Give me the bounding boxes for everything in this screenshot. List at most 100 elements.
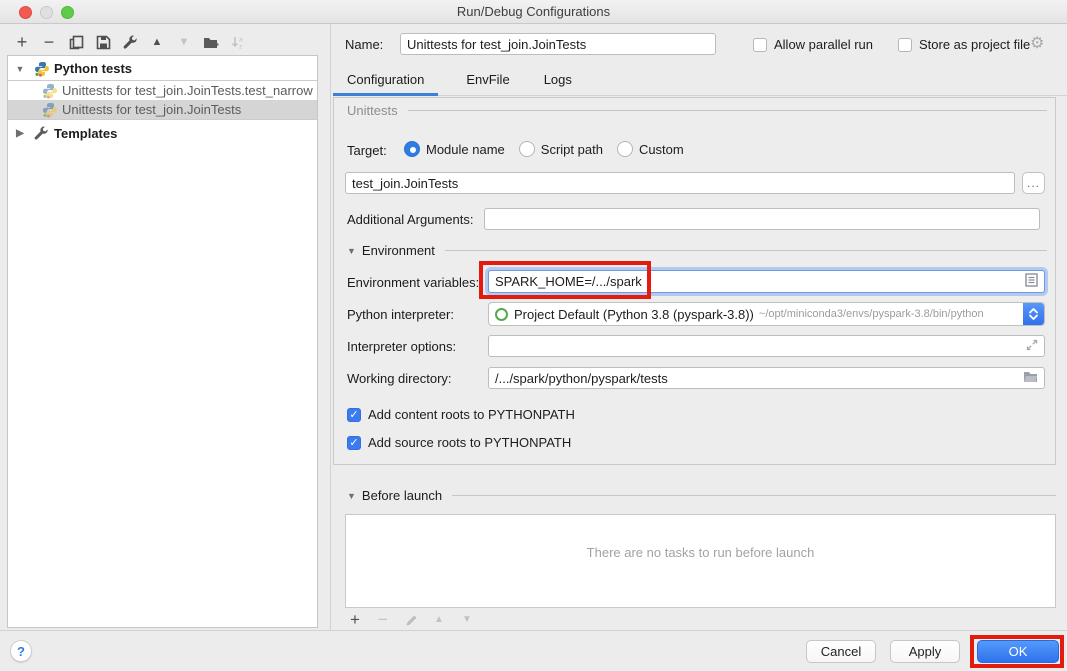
working-directory-value: /.../spark/python/pyspark/tests: [495, 371, 1019, 386]
python-test-icon: [42, 83, 58, 99]
radio-label: Custom: [639, 142, 684, 157]
tab-configuration[interactable]: Configuration: [333, 66, 438, 95]
working-directory-input[interactable]: /.../spark/python/pyspark/tests: [488, 367, 1045, 389]
additional-arguments-input[interactable]: [484, 208, 1040, 230]
python-interpreter-path: ~/opt/miniconda3/envs/pyspark-3.8/bin/py…: [759, 308, 1044, 320]
tree-children-group: Unittests for test_join.JoinTests.test_n…: [8, 80, 317, 120]
target-input[interactable]: test_join.JoinTests: [345, 172, 1015, 194]
move-task-up-button[interactable]: ▲: [431, 612, 447, 628]
allow-parallel-run-checkbox[interactable]: Allow parallel run: [753, 37, 873, 52]
save-configuration-icon[interactable]: [95, 34, 111, 50]
move-up-button[interactable]: ▲: [149, 34, 165, 50]
name-input[interactable]: Unittests for test_join.JoinTests: [400, 33, 716, 55]
tree-item-label: Python tests: [54, 61, 132, 76]
chevron-right-icon[interactable]: ▶: [14, 128, 26, 139]
radio-unselected-icon[interactable]: [519, 141, 535, 157]
section-rule: [445, 250, 1047, 251]
title-bar: Run/Debug Configurations: [0, 0, 1067, 24]
run-debug-configurations-dialog: Run/Debug Configurations + − ▲ ▼ az ▼ Py: [0, 0, 1067, 671]
tree-item-templates[interactable]: ▶ Templates: [8, 124, 317, 143]
apply-button[interactable]: Apply: [890, 640, 960, 663]
section-rule: [452, 495, 1056, 496]
environment-variables-label: Environment variables:: [347, 275, 479, 290]
checkbox-checked[interactable]: ✓: [347, 436, 361, 450]
tree-item-unittest-jointests[interactable]: Unittests for test_join.JoinTests: [8, 100, 317, 119]
before-launch-empty-text: There are no tasks to run before launch: [346, 545, 1055, 560]
interpreter-options-input[interactable]: [488, 335, 1045, 357]
store-as-project-file-label: Store as project file: [919, 37, 1030, 52]
tab-bar: Configuration EnvFile Logs: [333, 66, 1067, 96]
edit-templates-wrench-icon[interactable]: [122, 34, 138, 50]
sort-alphabetically-icon[interactable]: az: [230, 34, 246, 50]
gear-icon[interactable]: ⚙: [1030, 33, 1044, 53]
radio-module-name[interactable]: Module name: [404, 141, 505, 157]
help-button[interactable]: ?: [10, 640, 32, 662]
store-as-project-file-checkbox[interactable]: Store as project file: [898, 37, 1030, 52]
remove-task-button[interactable]: −: [375, 612, 391, 628]
radio-custom[interactable]: Custom: [617, 141, 684, 157]
add-content-roots-checkbox[interactable]: ✓ Add content roots to PYTHONPATH: [347, 407, 575, 422]
working-directory-label: Working directory:: [347, 371, 452, 386]
tree-item-label: Templates: [54, 126, 117, 141]
environment-section-header[interactable]: ▼ Environment: [347, 243, 1047, 258]
tree-item-label: Unittests for test_join.JoinTests.test_n…: [62, 83, 313, 98]
radio-label: Script path: [541, 142, 603, 157]
section-rule: [408, 110, 1047, 111]
checkbox-unchecked[interactable]: [753, 38, 767, 52]
wrench-icon: [34, 126, 50, 142]
configurations-tree: ▼ Python tests Unittests for test_join.J…: [7, 55, 318, 628]
add-content-roots-label: Add content roots to PYTHONPATH: [368, 407, 575, 422]
allow-parallel-run-label: Allow parallel run: [774, 37, 873, 52]
ok-button[interactable]: OK: [977, 640, 1059, 663]
add-task-button[interactable]: +: [347, 612, 363, 628]
move-task-down-button[interactable]: ▼: [459, 612, 475, 628]
environment-section-title: Environment: [362, 243, 435, 258]
add-configuration-button[interactable]: +: [14, 34, 30, 50]
window-title: Run/Debug Configurations: [0, 4, 1067, 19]
checkbox-checked[interactable]: ✓: [347, 408, 361, 422]
new-folder-icon[interactable]: [203, 34, 219, 50]
radio-label: Module name: [426, 142, 505, 157]
environment-variables-value: SPARK_HOME=/.../spark: [495, 274, 1021, 289]
radio-script-path[interactable]: Script path: [519, 141, 603, 157]
checkbox-unchecked[interactable]: [898, 38, 912, 52]
tree-item-unittest-narrow[interactable]: Unittests for test_join.JoinTests.test_n…: [8, 81, 317, 100]
tab-logs[interactable]: Logs: [530, 66, 586, 95]
move-down-button[interactable]: ▼: [176, 34, 192, 50]
add-source-roots-label: Add source roots to PYTHONPATH: [368, 435, 571, 450]
python-test-icon: [42, 102, 58, 118]
unittests-section-title: Unittests: [347, 103, 398, 118]
additional-arguments-label: Additional Arguments:: [347, 212, 473, 227]
radio-unselected-icon[interactable]: [617, 141, 633, 157]
target-label: Target:: [347, 143, 387, 158]
radio-selected-icon[interactable]: [404, 141, 420, 157]
chevron-down-icon[interactable]: ▼: [347, 491, 356, 501]
before-launch-task-list[interactable]: There are no tasks to run before launch: [345, 514, 1056, 608]
cancel-button[interactable]: Cancel: [806, 640, 876, 663]
unittests-section-header: Unittests: [347, 103, 1047, 118]
remove-configuration-button[interactable]: −: [41, 34, 57, 50]
name-label: Name:: [345, 37, 383, 52]
before-launch-toolbar: + − ▲ ▼: [347, 612, 475, 628]
edit-task-pencil-icon[interactable]: [403, 612, 419, 628]
svg-text:z: z: [239, 43, 242, 50]
copy-configuration-icon[interactable]: [68, 34, 84, 50]
python-interpreter-label: Python interpreter:: [347, 307, 454, 322]
browse-target-button[interactable]: ...: [1022, 172, 1045, 194]
tab-envfile[interactable]: EnvFile: [452, 66, 523, 95]
dropdown-stepper-icon[interactable]: [1023, 303, 1044, 325]
expand-field-icon[interactable]: [1026, 339, 1038, 354]
folder-icon[interactable]: [1023, 371, 1038, 386]
environment-variables-input[interactable]: SPARK_HOME=/.../spark: [488, 270, 1045, 293]
svg-text:a: a: [239, 36, 243, 43]
panel-divider: [330, 24, 331, 630]
python-interpreter-select[interactable]: Project Default (Python 3.8 (pyspark-3.8…: [488, 302, 1045, 326]
before-launch-section-header[interactable]: ▼ Before launch: [347, 488, 1056, 503]
chevron-down-icon[interactable]: ▼: [14, 64, 26, 74]
chevron-down-icon[interactable]: ▼: [347, 246, 356, 256]
edit-variables-icon[interactable]: [1025, 273, 1038, 290]
add-source-roots-checkbox[interactable]: ✓ Add source roots to PYTHONPATH: [347, 435, 571, 450]
tree-item-python-tests[interactable]: ▼ Python tests: [8, 59, 317, 78]
interpreter-icon: [495, 308, 508, 321]
interpreter-options-label: Interpreter options:: [347, 339, 456, 354]
